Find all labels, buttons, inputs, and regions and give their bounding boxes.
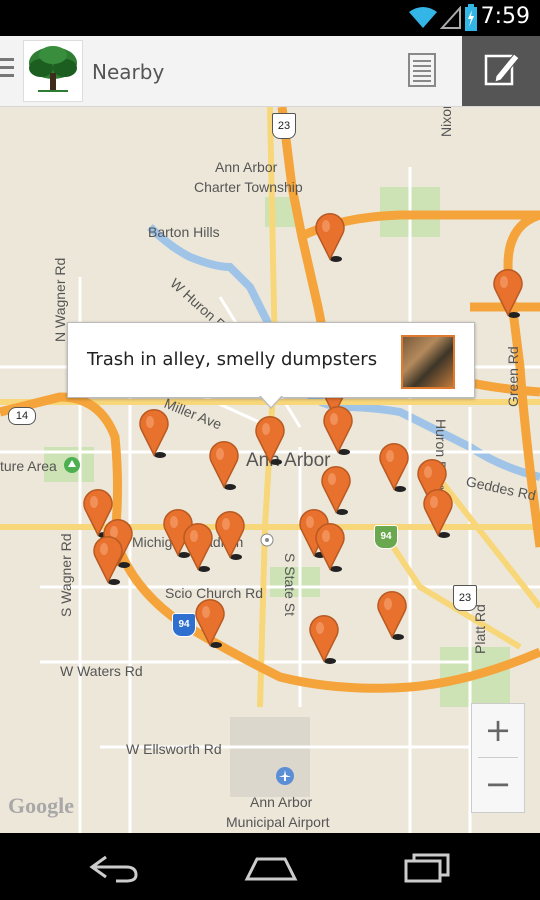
report-pin[interactable] <box>138 409 174 459</box>
status-bar: 7:59 <box>0 0 540 36</box>
label-s-wagner-rd: S Wagner Rd <box>58 533 74 617</box>
label-n-wagner-rd: N Wagner Rd <box>52 257 68 342</box>
battery-charging-icon <box>465 4 477 31</box>
report-pin[interactable] <box>376 591 412 641</box>
label-nature-area: ture Area <box>0 458 57 474</box>
route-14-shield: 14 <box>8 407 36 425</box>
list-view-icon[interactable] <box>400 46 446 96</box>
label-nixon-rd: Nixon Rd <box>438 107 454 137</box>
route-23-shield-right: 23 <box>453 585 477 611</box>
report-pin[interactable] <box>378 443 414 493</box>
app-bar: Nearby <box>0 36 540 107</box>
tree-logo[interactable] <box>23 40 83 102</box>
report-pin[interactable] <box>314 523 350 573</box>
report-pin[interactable] <box>314 213 350 263</box>
callout-text: Trash in alley, smelly dumpsters <box>87 349 378 370</box>
zoom-out-button[interactable]: − <box>472 758 524 811</box>
page-title: Nearby <box>92 60 165 84</box>
report-pin[interactable] <box>308 615 344 665</box>
route-94-shield-left: 94 <box>172 613 196 637</box>
signal-icon <box>440 6 461 29</box>
report-pin[interactable] <box>182 523 218 573</box>
report-pin[interactable] <box>92 536 128 586</box>
label-ann-arbor-township: Ann Arbor <box>215 159 278 175</box>
nav-bar <box>0 833 540 900</box>
google-logo: Google <box>8 793 74 818</box>
edit-icon[interactable] <box>462 36 540 106</box>
label-airport-2: Municipal Airport <box>226 814 330 830</box>
report-pin[interactable] <box>208 441 244 491</box>
label-charter-township: Charter Township <box>194 179 303 195</box>
report-pin[interactable] <box>422 489 458 539</box>
wifi-icon <box>409 7 437 28</box>
label-airport-1: Ann Arbor <box>250 794 313 810</box>
landmark-icon <box>260 533 274 547</box>
report-pin[interactable] <box>254 416 290 466</box>
hamburger-icon[interactable] <box>0 58 14 82</box>
map-view[interactable]: Ann Arbor Charter Township Barton Hills … <box>0 107 540 833</box>
label-platt-rd: Platt Rd <box>472 604 488 654</box>
home-icon[interactable] <box>243 853 299 883</box>
route-23-shield-top: 23 <box>272 113 296 139</box>
zoom-controls: + − <box>471 703 525 813</box>
recent-apps-icon[interactable] <box>402 851 454 883</box>
report-pin[interactable] <box>492 269 528 319</box>
label-green-rd: Green Rd <box>505 346 521 407</box>
callout-tail <box>260 395 282 407</box>
status-time: 7:59 <box>480 4 530 29</box>
label-barton-hills: Barton Hills <box>148 224 220 240</box>
report-pin[interactable] <box>322 406 358 456</box>
park-icon <box>64 457 80 473</box>
back-icon[interactable] <box>86 853 142 883</box>
report-callout[interactable]: Trash in alley, smelly dumpsters <box>67 322 475 409</box>
label-s-state-st: S State St <box>282 553 298 617</box>
report-pin[interactable] <box>214 511 250 561</box>
label-w-ellsworth-rd: W Ellsworth Rd <box>126 741 222 757</box>
label-w-waters-rd: W Waters Rd <box>60 663 143 679</box>
report-pin[interactable] <box>194 599 230 649</box>
route-94-shield-right: 94 <box>374 525 398 549</box>
zoom-in-button[interactable]: + <box>472 704 524 757</box>
report-photo-thumbnail <box>401 335 455 389</box>
airport-icon <box>276 767 294 785</box>
